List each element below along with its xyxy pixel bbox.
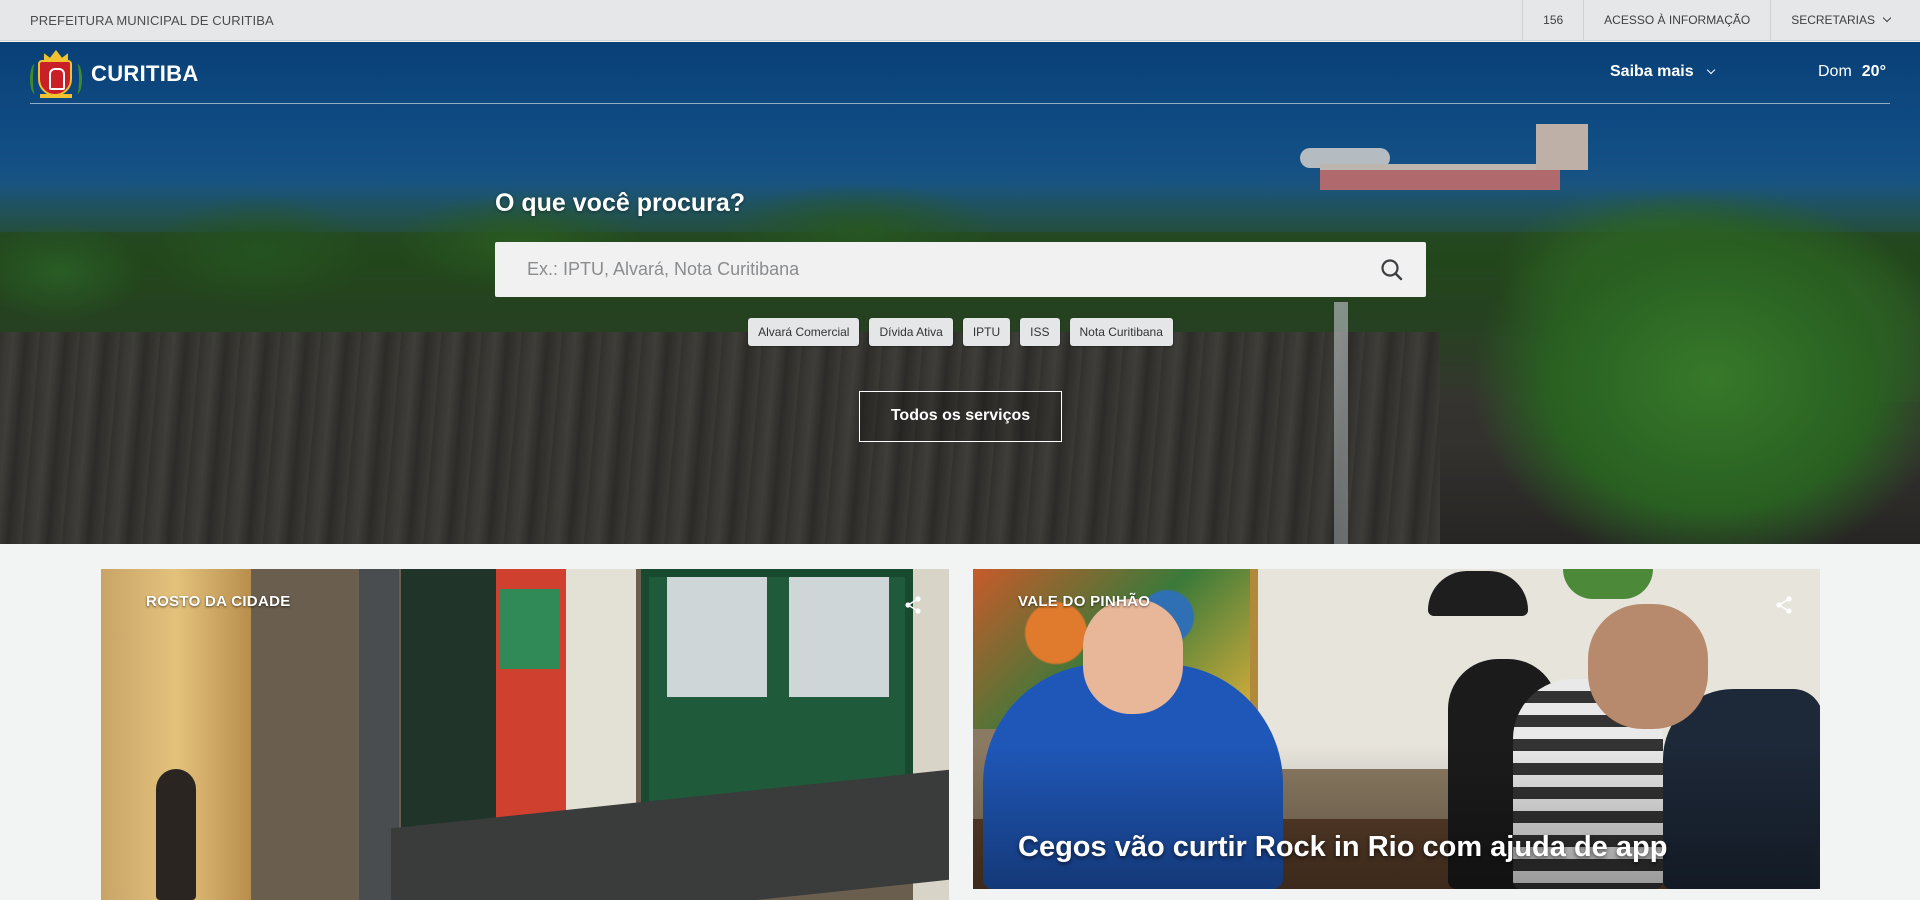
- search-box: [495, 242, 1426, 297]
- card-image-person: [156, 769, 196, 900]
- door-window-right: [789, 577, 889, 697]
- coat-of-arms-logo[interactable]: [30, 50, 82, 98]
- share-icon[interactable]: [903, 595, 923, 615]
- top-links: 156 ACESSO À INFORMAÇÃO SECRETARIAS: [1522, 0, 1920, 41]
- news-card-vale-do-pinhao[interactable]: VALE DO PINHÃO Cegos vão curtir Rock in …: [973, 569, 1820, 889]
- share-icon[interactable]: [1774, 595, 1794, 615]
- card-category-tag[interactable]: ROSTO DA CIDADE: [146, 593, 291, 610]
- chip-iptu[interactable]: IPTU: [962, 318, 1011, 346]
- logo-shield: [38, 60, 72, 96]
- weather-temp: 20°: [1861, 63, 1886, 80]
- saiba-mais-label: Saiba mais: [1610, 63, 1694, 80]
- header-divider: [30, 103, 1890, 104]
- chip-nota-curitibana[interactable]: Nota Curitibana: [1069, 318, 1173, 346]
- door-window-left: [667, 577, 767, 697]
- link-secretarias[interactable]: SECRETARIAS: [1770, 0, 1920, 41]
- chevron-down-icon: [1706, 65, 1715, 75]
- brand-name[interactable]: CURITIBA: [91, 61, 199, 87]
- chip-alvara-comercial[interactable]: Alvará Comercial: [748, 318, 860, 346]
- card-image-green-sign: [499, 589, 559, 669]
- search-icon[interactable]: [1378, 256, 1406, 284]
- saiba-mais-menu[interactable]: Saiba mais: [1610, 63, 1715, 81]
- chip-divida-ativa[interactable]: Dívida Ativa: [869, 318, 953, 346]
- top-utility-bar: PREFEITURA MUNICIPAL DE CURITIBA 156 ACE…: [0, 0, 1920, 41]
- card-headline[interactable]: Cegos vão curtir Rock in Rio com ajuda d…: [1018, 831, 1667, 864]
- search-title: O que você procura?: [495, 189, 746, 217]
- link-156[interactable]: 156: [1522, 0, 1583, 41]
- link-acesso-informacao[interactable]: ACESSO À INFORMAÇÃO: [1583, 0, 1770, 41]
- all-services-button[interactable]: Todos os serviços: [859, 391, 1062, 442]
- weather-widget: Dom 20°: [1818, 63, 1886, 81]
- chevron-down-icon: [1882, 13, 1892, 23]
- logo-ribbon: [40, 94, 72, 98]
- news-card-rosto-da-cidade[interactable]: ROSTO DA CIDADE: [101, 569, 949, 900]
- quick-search-chips: Alvará Comercial Dívida Ativa IPTU ISS N…: [0, 318, 1920, 346]
- weather-day: Dom: [1818, 63, 1852, 80]
- chip-iss[interactable]: ISS: [1020, 318, 1060, 346]
- card-category-tag[interactable]: VALE DO PINHÃO: [1018, 593, 1150, 610]
- search-input[interactable]: [495, 242, 1355, 297]
- logo-leaf-right: [72, 64, 82, 94]
- org-name[interactable]: PREFEITURA MUNICIPAL DE CURITIBA: [30, 0, 274, 41]
- secretarias-label: SECRETARIAS: [1791, 13, 1875, 27]
